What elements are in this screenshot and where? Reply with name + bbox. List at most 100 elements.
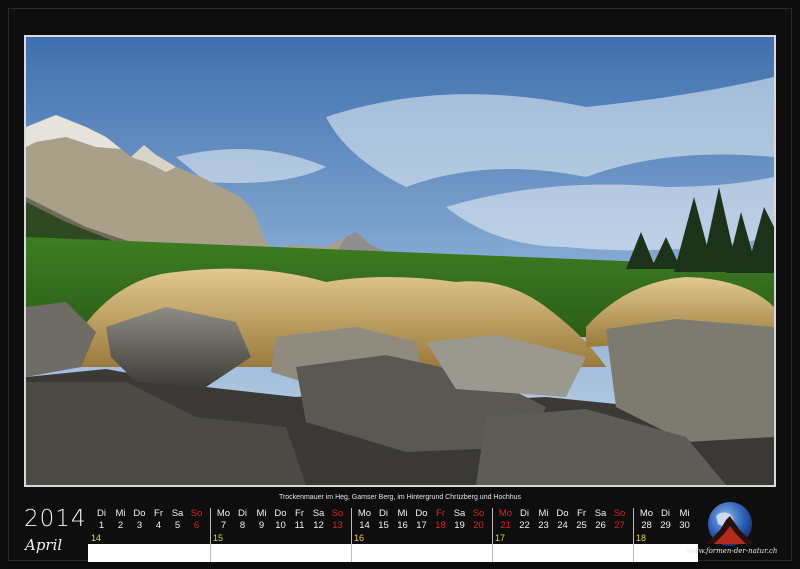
calendar-day: Mo 21 <box>496 508 515 533</box>
day-number: 8 <box>239 520 246 531</box>
day-number: 12 <box>313 520 324 531</box>
day-number: 20 <box>473 520 484 531</box>
notes-strip <box>210 544 351 562</box>
weekday-label: Di <box>661 508 670 519</box>
weekday-label: Fr <box>577 508 586 519</box>
weekday-label: Fr <box>295 508 304 519</box>
week-number: 17 <box>495 533 506 543</box>
calendar-day: Mi 23 <box>534 508 553 533</box>
weekday-label: So <box>472 508 485 519</box>
day-number: 19 <box>454 520 465 531</box>
day-number: 2 <box>117 520 124 531</box>
week-divider <box>210 508 211 562</box>
weekday-label: Do <box>133 508 146 519</box>
weekday-label: Fr <box>154 508 163 519</box>
week-divider <box>633 508 634 562</box>
weekday-label: Fr <box>436 508 445 519</box>
day-number: 17 <box>416 520 427 531</box>
weekday-label: Di <box>520 508 529 519</box>
calendar-day: Sa 26 <box>591 508 610 533</box>
day-number: 10 <box>275 520 286 531</box>
calendar-day: Fr 18 <box>431 508 450 533</box>
day-number: 14 <box>359 520 370 531</box>
weekday-label: Do <box>274 508 287 519</box>
calendar-week: Mo 14 Di 15 Mi 16 Do 17 Fr 18 Sa 19 So 20 16 <box>351 508 492 562</box>
day-number: 1 <box>98 520 105 531</box>
day-number: 27 <box>614 520 625 531</box>
weekday-label: Sa <box>312 508 325 519</box>
weekday-label: Sa <box>453 508 466 519</box>
calendar-day: Di 1 <box>92 508 111 533</box>
calendar-week: Mo 7 Di 8 Mi 9 Do 10 Fr 11 Sa 12 So 13 15 <box>210 508 351 562</box>
calendar-grid: Di 1 Mi 2 Do 3 Fr 4 Sa 5 So 6 14 Mo 7 Di 8 Mi 9 Do 10 Fr 11 Sa 1… <box>88 508 698 562</box>
calendar-day: Do 24 <box>553 508 572 533</box>
calendar-day: Di 15 <box>374 508 393 533</box>
weekday-label: Mo <box>639 508 654 519</box>
calendar-day: So 20 <box>469 508 488 533</box>
weekday-label: Mo <box>357 508 372 519</box>
week-divider <box>492 508 493 562</box>
weekday-label: Mo <box>216 508 231 519</box>
weekday-label: Do <box>556 508 569 519</box>
calendar-month: April <box>25 536 63 554</box>
weekday-label: Do <box>415 508 428 519</box>
photo-caption: Trockenmauer im Heg, Gamser Berg, im Hin… <box>278 494 522 501</box>
calendar-day: Fr 11 <box>290 508 309 533</box>
calendar-day: Sa 12 <box>309 508 328 533</box>
weekday-label: Di <box>97 508 106 519</box>
calendar-day: Mi 2 <box>111 508 130 533</box>
day-number: 7 <box>220 520 227 531</box>
day-number: 29 <box>660 520 671 531</box>
week-number: 14 <box>91 533 102 543</box>
notes-strip <box>351 544 492 562</box>
calendar-week: Di 1 Mi 2 Do 3 Fr 4 Sa 5 So 6 14 <box>88 508 210 562</box>
calendar-day: Fr 4 <box>149 508 168 533</box>
day-number: 5 <box>174 520 181 531</box>
day-number: 6 <box>193 520 200 531</box>
day-number: 4 <box>155 520 162 531</box>
calendar-day: So 13 <box>328 508 347 533</box>
week-number: 16 <box>354 533 365 543</box>
day-number: 28 <box>641 520 652 531</box>
day-number: 9 <box>258 520 265 531</box>
calendar-day: Do 10 <box>271 508 290 533</box>
calendar-year: 2014 <box>24 506 87 532</box>
day-number: 11 <box>294 520 305 531</box>
day-number: 15 <box>378 520 389 531</box>
day-number: 23 <box>538 520 549 531</box>
calendar-day: Mo 14 <box>355 508 374 533</box>
weekday-label: Sa <box>171 508 184 519</box>
weekday-label: Mi <box>397 508 408 519</box>
calendar-day: Fr 25 <box>572 508 591 533</box>
calendar-day: Do 17 <box>412 508 431 533</box>
photo-illustration <box>26 37 774 485</box>
calendar-day: Di 22 <box>515 508 534 533</box>
weekday-label: So <box>331 508 344 519</box>
calendar-week: Mo 21 Di 22 Mi 23 Do 24 Fr 25 Sa 26 So 27 17 <box>492 508 633 562</box>
calendar-day: Di 8 <box>233 508 252 533</box>
weekday-label: Mi <box>115 508 126 519</box>
calendar-day: So 27 <box>610 508 629 533</box>
weekday-label: Di <box>379 508 388 519</box>
day-number: 18 <box>435 520 446 531</box>
week-number: 18 <box>636 533 647 543</box>
notes-strip <box>88 544 210 562</box>
calendar-page: Trockenmauer im Heg, Gamser Berg, im Hin… <box>0 0 800 569</box>
week-divider <box>351 508 352 562</box>
calendar-day: Mo 7 <box>214 508 233 533</box>
day-number: 25 <box>576 520 587 531</box>
calendar-day: Sa 5 <box>168 508 187 533</box>
calendar-day: Mi 16 <box>393 508 412 533</box>
website-label: www.formen-der-natur.ch <box>686 547 778 555</box>
weekday-label: So <box>190 508 203 519</box>
weekday-label: Mi <box>538 508 549 519</box>
day-number: 26 <box>595 520 606 531</box>
day-number: 16 <box>397 520 408 531</box>
weekday-label: So <box>613 508 626 519</box>
day-number: 3 <box>136 520 143 531</box>
calendar-day: Do 3 <box>130 508 149 533</box>
calendar-day: Di 29 <box>656 508 675 533</box>
weekday-label: Mi <box>256 508 267 519</box>
day-number: 24 <box>557 520 568 531</box>
calendar-day: Sa 19 <box>450 508 469 533</box>
